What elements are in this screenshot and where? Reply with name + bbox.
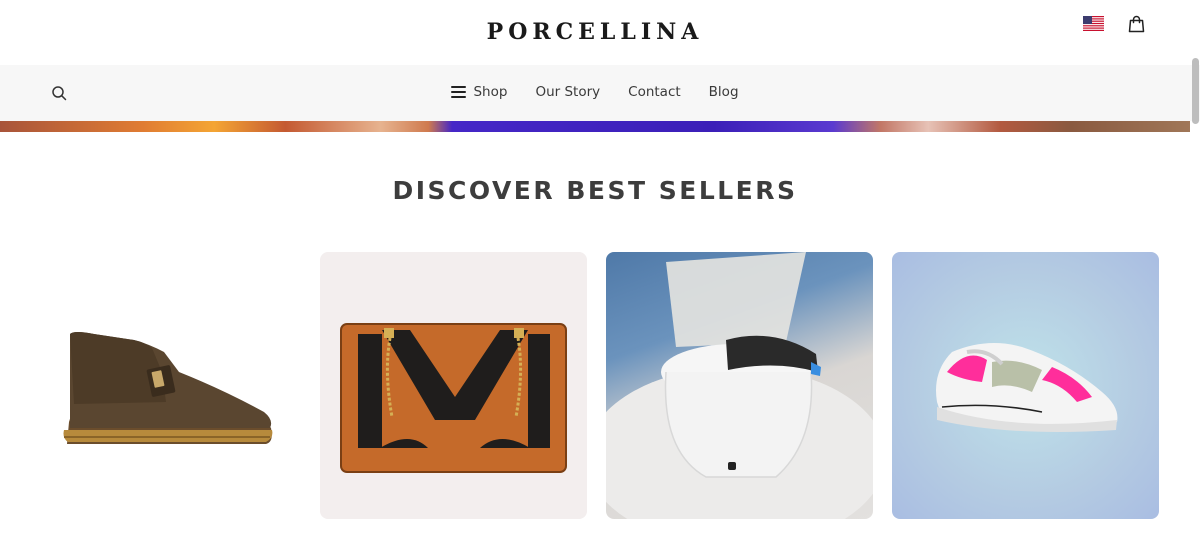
section-title: DISCOVER BEST SELLERS: [392, 176, 798, 205]
nav-item-our-story[interactable]: Our Story: [535, 84, 600, 100]
product-card-smart-toilet[interactable]: [606, 252, 873, 519]
hero-banner-image[interactable]: [0, 121, 1190, 132]
page-scrollbar-thumb[interactable]: [1192, 58, 1199, 124]
nav-item-blog[interactable]: Blog: [709, 84, 739, 100]
nav-item-label: Shop: [473, 84, 508, 100]
product-image-boot: [63, 332, 273, 444]
top-header: PORCELLINA: [0, 0, 1200, 65]
main-navbar: Shop Our Story Contact Blog: [0, 65, 1200, 121]
us-flag-icon[interactable]: [1083, 16, 1104, 31]
nav-item-contact[interactable]: Contact: [628, 84, 681, 100]
product-card-handbag[interactable]: [320, 252, 587, 519]
product-image-handbag: [340, 323, 567, 473]
site-logo[interactable]: PORCELLINA: [0, 19, 1190, 45]
product-image-sneaker: [936, 343, 1118, 433]
nav-item-shop[interactable]: Shop: [451, 84, 507, 100]
nav-item-label: Our Story: [535, 84, 601, 100]
shopping-bag-icon[interactable]: [1128, 15, 1145, 33]
nav-menu: Shop Our Story Contact Blog: [0, 84, 1190, 100]
nav-item-label: Contact: [628, 84, 681, 100]
page-scrollbar-track[interactable]: [1190, 58, 1200, 533]
nav-item-label: Blog: [708, 84, 739, 100]
product-image-smart-toilet: [606, 252, 873, 519]
hamburger-menu-icon: [451, 86, 467, 98]
product-card-sneaker[interactable]: [892, 252, 1159, 519]
product-card-boot[interactable]: [34, 252, 301, 519]
